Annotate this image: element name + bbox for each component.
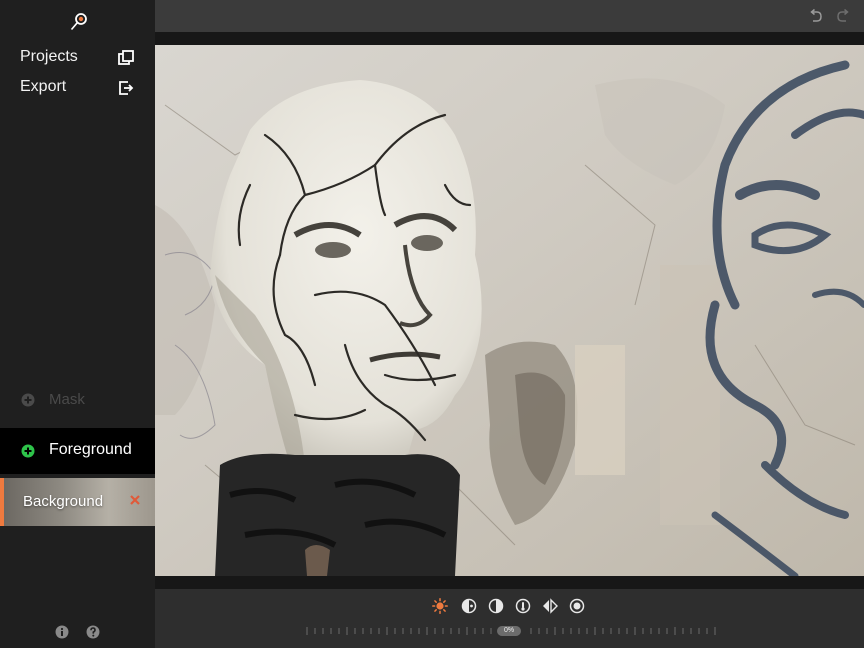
- adjustments-bar: 0%: [155, 589, 864, 648]
- top-bar: [155, 0, 864, 32]
- brightness-icon[interactable]: [432, 598, 448, 614]
- composite-image: [155, 45, 864, 576]
- canvas-area[interactable]: [155, 32, 864, 589]
- add-icon: [21, 444, 35, 458]
- close-icon[interactable]: [129, 494, 141, 506]
- menu-item-projects[interactable]: Projects: [0, 44, 155, 72]
- export-icon: [119, 81, 134, 95]
- layer-background[interactable]: Background: [0, 478, 155, 526]
- contrast-icon[interactable]: [461, 598, 477, 614]
- layer-mask[interactable]: Mask: [0, 376, 155, 424]
- add-icon: [21, 393, 35, 407]
- layer-foreground[interactable]: Foreground: [0, 428, 155, 474]
- photo-canvas[interactable]: [155, 45, 864, 576]
- layer-label: Background: [23, 493, 104, 510]
- sidebar: Projects Export Mask Foreground Backgrou…: [0, 0, 155, 648]
- flip-icon[interactable]: [542, 598, 558, 614]
- exposure-icon[interactable]: [488, 598, 504, 614]
- saturation-icon[interactable]: [569, 598, 585, 614]
- menu-item-export[interactable]: Export: [0, 74, 155, 102]
- projects-icon: [118, 50, 134, 65]
- menu-item-label: Export: [20, 78, 67, 95]
- selected-indicator: [0, 478, 4, 526]
- redo-icon[interactable]: [836, 8, 852, 24]
- help-icon[interactable]: [86, 625, 100, 639]
- menu-item-label: Projects: [20, 48, 78, 65]
- undo-icon[interactable]: [807, 8, 823, 24]
- info-icon[interactable]: [55, 625, 69, 639]
- layer-label: Mask: [49, 391, 85, 408]
- temperature-icon[interactable]: [515, 598, 531, 614]
- layer-label: Foreground: [49, 441, 132, 458]
- slider-value-badge[interactable]: 0%: [497, 626, 521, 636]
- app-logo-icon: [70, 13, 87, 31]
